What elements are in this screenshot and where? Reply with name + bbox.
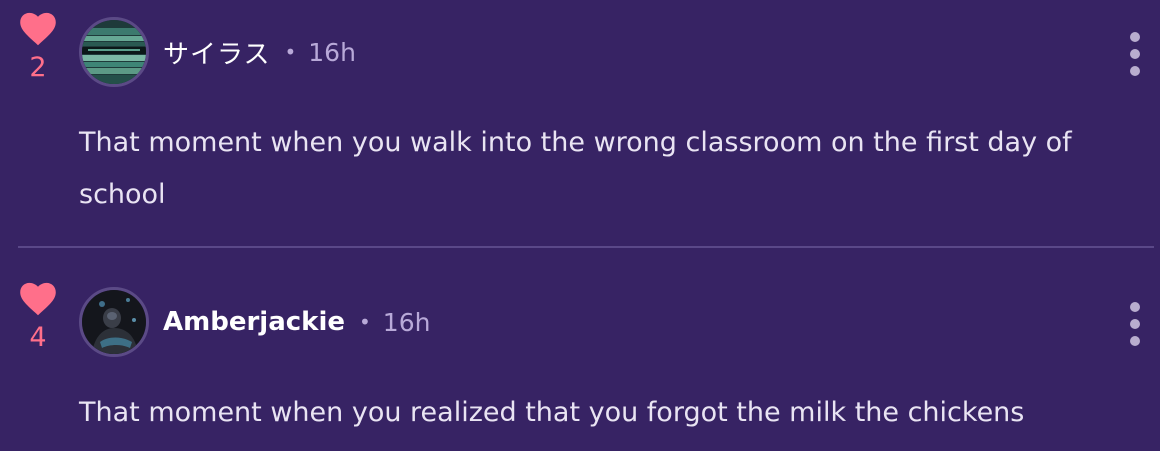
username[interactable]: Amberjackie xyxy=(163,307,345,337)
more-vertical-icon xyxy=(1130,32,1140,42)
avatar-image xyxy=(82,20,146,84)
timestamp: 16h xyxy=(308,37,356,67)
heart-icon xyxy=(20,12,56,46)
separator-dot: • xyxy=(284,40,297,64)
like-count: 4 xyxy=(29,322,47,353)
avatar-image xyxy=(82,290,146,354)
like-button[interactable]: 2 xyxy=(18,12,58,82)
more-dot xyxy=(1130,336,1140,346)
comment-text: That moment when you walk into the wrong… xyxy=(79,127,1072,210)
heart-icon xyxy=(20,282,56,316)
comment-meta: Amberjackie • 16h xyxy=(163,300,430,344)
comment-text: That moment when you realized that you f… xyxy=(79,397,1025,428)
comment: 4 Amberjackie • 16h That moment when you… xyxy=(0,270,1160,451)
comment-feed: 2 サイラス • 16h That moment when you walk i… xyxy=(0,0,1160,451)
comment: 2 サイラス • 16h That moment when you walk i… xyxy=(0,0,1160,248)
comment-meta: サイラス • 16h xyxy=(163,30,356,74)
timestamp: 16h xyxy=(382,307,431,337)
more-dot xyxy=(1130,66,1140,76)
more-dot xyxy=(1130,49,1140,59)
avatar[interactable] xyxy=(79,287,149,357)
separator-dot: • xyxy=(359,310,371,334)
like-button[interactable]: 4 xyxy=(18,282,58,352)
more-options-button[interactable] xyxy=(1120,32,1150,76)
username[interactable]: サイラス xyxy=(163,34,270,71)
more-options-button[interactable] xyxy=(1120,302,1150,346)
avatar[interactable] xyxy=(79,17,149,87)
like-count: 2 xyxy=(29,52,47,83)
more-dot xyxy=(1130,319,1140,329)
divider xyxy=(18,246,1154,248)
more-vertical-icon xyxy=(1130,302,1140,312)
